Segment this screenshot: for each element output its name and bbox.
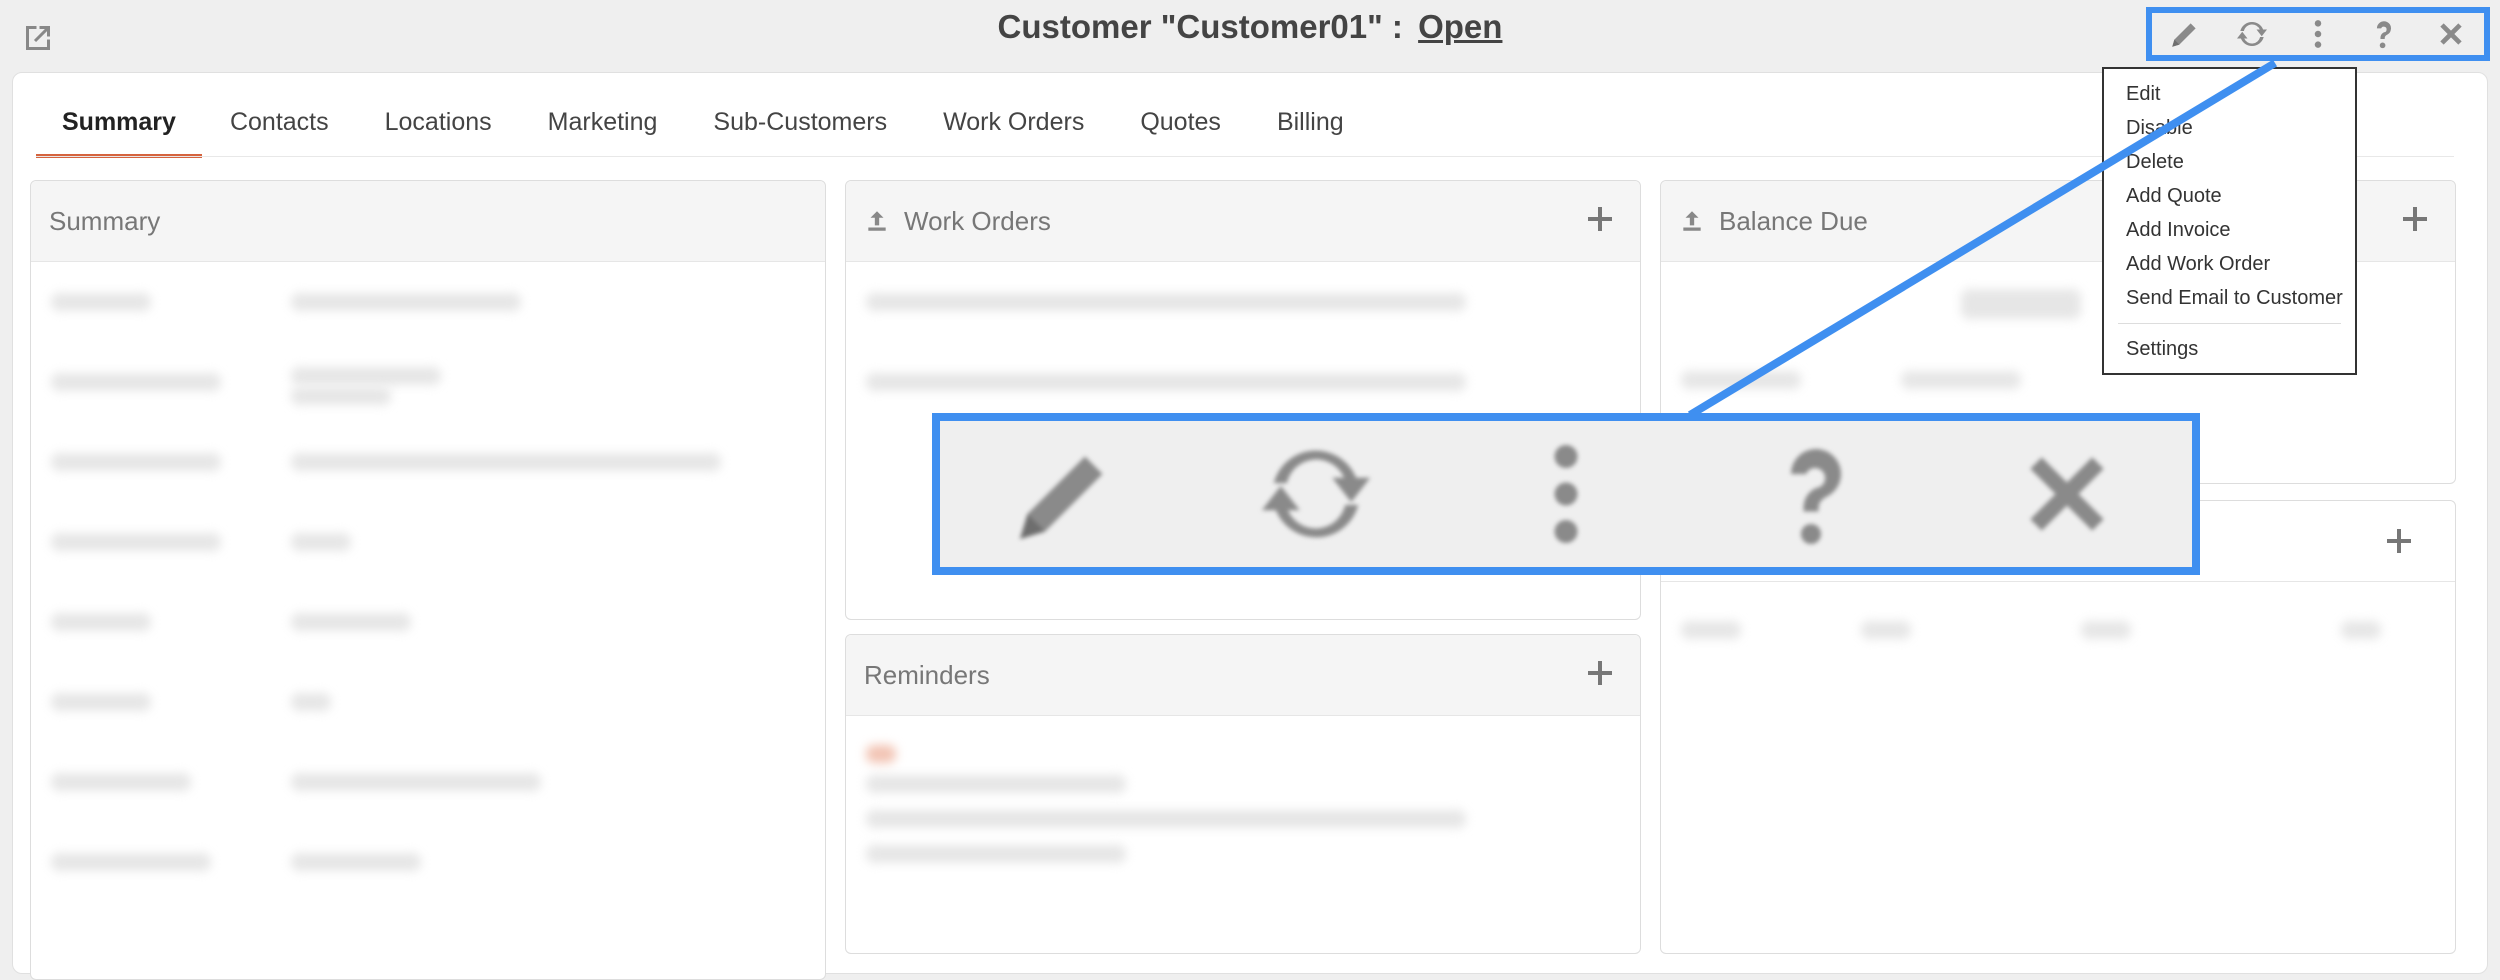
blurred-value [291,853,421,871]
status-link[interactable]: Open [1418,8,1502,45]
pencil-icon [2172,23,2196,47]
work-orders-panel-title: Work Orders [904,205,1051,236]
menu-item-add-quote[interactable]: Add Quote [2104,179,2355,213]
upload-icon[interactable] [1679,208,1705,234]
blurred-value [291,453,721,471]
zoom-edit [990,424,1140,564]
reminders-panel: Reminders [845,634,1641,954]
help-icon [2377,21,2392,49]
blurred-field [51,693,151,711]
tab-locations[interactable]: Locations [357,104,520,154]
header-toolbar [2146,7,2490,61]
tab-billing[interactable]: Billing [1249,104,1372,154]
blurred-value [291,773,541,791]
blurred-value [291,693,331,711]
blurred-row [866,775,1126,793]
blurred-row [1681,371,1801,389]
blurred-field [51,373,221,391]
blurred-row [866,810,1466,828]
edit-button[interactable] [2161,13,2209,55]
summary-panel-header: Summary [31,181,825,262]
customer-title: Customer "Customer01" : [997,8,1403,45]
work-orders-panel-header: Work Orders [846,181,1640,262]
blurred-field [51,533,221,551]
menu-item-delete[interactable]: Delete [2104,145,2355,179]
more-vertical-icon [1554,445,1578,543]
tab-work-orders[interactable]: Work Orders [915,104,1112,154]
menu-item-settings[interactable]: Settings [2104,332,2355,366]
tab-marketing[interactable]: Marketing [520,104,686,154]
summary-panel: Summary [30,180,826,980]
close-icon [2030,457,2104,531]
menu-item-send-email[interactable]: Send Email to Customer [2104,281,2355,315]
help-icon [1791,449,1842,544]
menu-divider [2118,323,2341,324]
refresh-icon [2236,21,2267,47]
close-icon [2440,23,2462,45]
tab-summary[interactable]: Summary [36,104,202,158]
zoom-more [1491,424,1641,564]
blurred-amount [1961,289,2081,319]
page-title: Customer "Customer01" : Open [0,8,2500,46]
blurred-cell [2081,621,2131,639]
pencil-icon [1020,456,1103,539]
menu-item-disable[interactable]: Disable [2104,111,2355,145]
blurred-value [291,387,391,405]
blurred-value [291,613,411,631]
upload-icon[interactable] [864,208,890,234]
reminders-panel-title: Reminders [864,659,990,690]
reminders-panel-header: Reminders [846,635,1640,716]
add-item-plus-icon[interactable] [2383,525,2415,557]
add-work-order-plus-icon[interactable] [1584,203,1616,235]
help-button[interactable] [2360,13,2408,55]
refresh-button[interactable] [2228,13,2276,55]
blurred-row [866,293,1466,311]
add-reminder-plus-icon[interactable] [1584,657,1616,689]
tab-contacts[interactable]: Contacts [202,104,357,154]
toolbar-zoom-callout [932,413,2200,575]
more-vertical-icon [2314,20,2322,48]
blurred-row [866,845,1126,863]
blurred-value [291,293,521,311]
blurred-value [291,367,441,385]
blurred-row [866,373,1466,391]
blurred-field [51,293,151,311]
summary-panel-title: Summary [49,205,161,236]
menu-item-add-work-order[interactable]: Add Work Order [2104,247,2355,281]
blurred-cell [2341,621,2381,639]
menu-item-edit[interactable]: Edit [2104,77,2355,111]
add-balance-plus-icon[interactable] [2399,203,2431,235]
tab-quotes[interactable]: Quotes [1112,104,1249,154]
more-options-button[interactable] [2294,13,2342,55]
blurred-badge [866,745,896,763]
blurred-cell [1681,621,1741,639]
refresh-icon [1261,450,1370,538]
tab-bar: Summary Contacts Locations Marketing Sub… [36,104,1372,158]
blurred-field [51,773,191,791]
blurred-field [51,613,151,631]
more-options-menu: Edit Disable Delete Add Quote Add Invoic… [2102,67,2357,375]
balance-due-panel-title: Balance Due [1719,205,1868,236]
blurred-field [51,453,221,471]
zoom-refresh [1241,424,1391,564]
blurred-value [291,533,351,551]
zoom-help [1741,424,1891,564]
close-button[interactable] [2427,13,2475,55]
tab-divider [36,156,2454,157]
blurred-field [51,853,211,871]
zoom-close [1992,424,2142,564]
menu-item-add-invoice[interactable]: Add Invoice [2104,213,2355,247]
tab-sub-customers[interactable]: Sub-Customers [685,104,915,154]
blurred-row [1901,371,2021,389]
blurred-cell [1861,621,1911,639]
